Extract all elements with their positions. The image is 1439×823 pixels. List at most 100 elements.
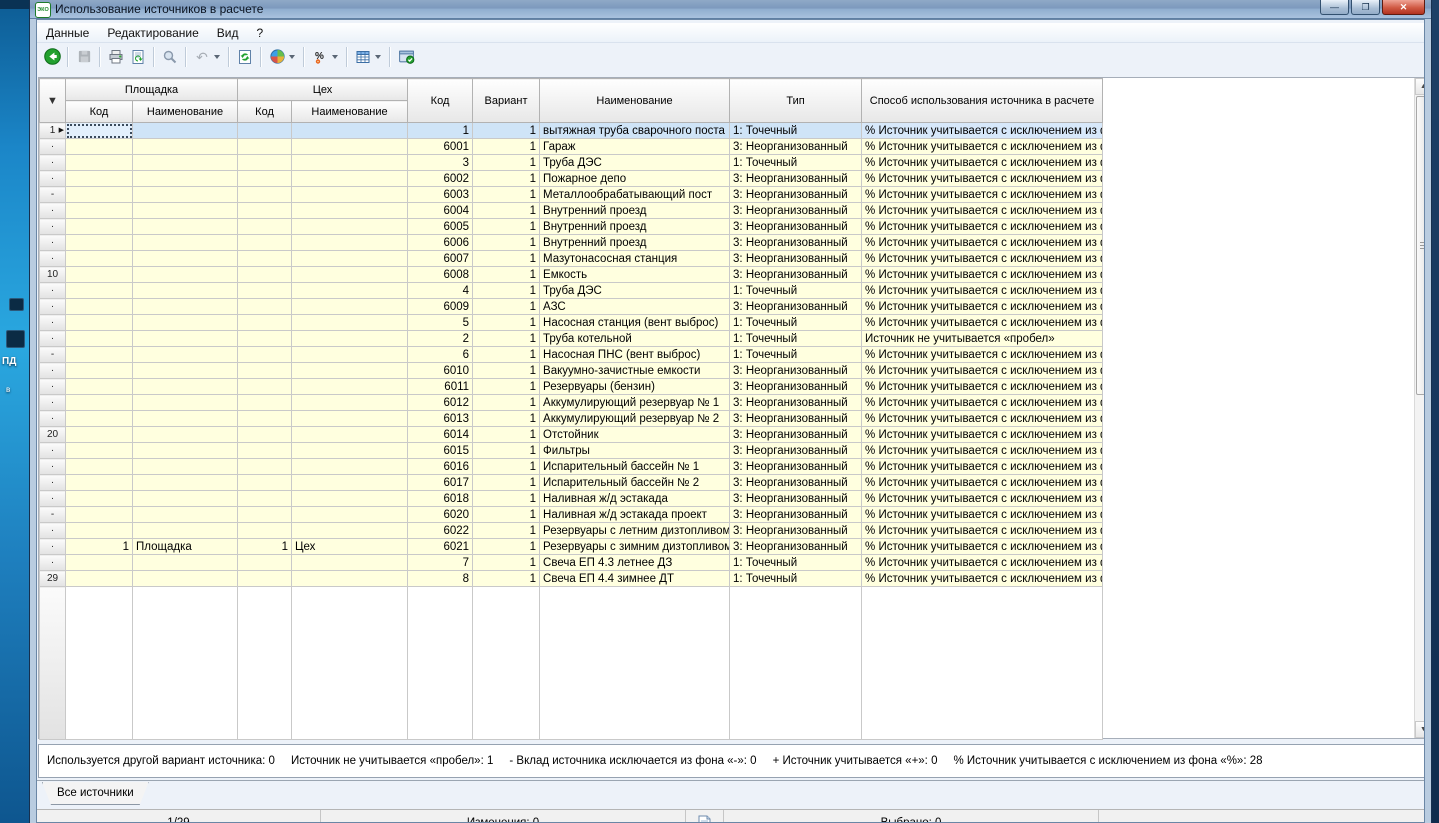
cell-ploshchadka-kod[interactable] xyxy=(66,251,133,267)
maximize-button[interactable]: ❐ xyxy=(1351,0,1380,15)
cell-variant[interactable]: 1 xyxy=(473,155,540,171)
cell-ploshchadka-kod[interactable] xyxy=(66,219,133,235)
cell-tseh-kod[interactable] xyxy=(238,155,292,171)
cell-tip[interactable]: 3: Неорганизованный xyxy=(730,235,862,251)
cell-tip[interactable]: 3: Неорганизованный xyxy=(730,267,862,283)
table-row[interactable]: ·60101Вакуумно-зачистные емкости3: Неорг… xyxy=(40,363,1103,379)
cell-ploshchadka-name[interactable] xyxy=(133,555,238,571)
cell-tip[interactable]: 3: Неорганизованный xyxy=(730,187,862,203)
cell-name[interactable]: Внутренний проезд xyxy=(540,235,730,251)
cell-ploshchadka-name[interactable] xyxy=(133,379,238,395)
cell-tseh-name[interactable] xyxy=(292,283,408,299)
cell-ploshchadka-kod[interactable] xyxy=(66,203,133,219)
cell-ploshchadka-name[interactable] xyxy=(133,347,238,363)
cell-kod[interactable]: 8 xyxy=(408,571,473,587)
cell-name[interactable]: Насосная ПНС (вент выброс) xyxy=(540,347,730,363)
table-row[interactable]: ·1Площадка1Цех60211Резервуары с зимним д… xyxy=(40,539,1103,555)
cell-tseh-kod[interactable] xyxy=(238,459,292,475)
cell-name[interactable]: Металлообрабатывающий пост xyxy=(540,187,730,203)
cell-sposob[interactable]: % Источник учитывается с исключением из … xyxy=(862,491,1103,507)
cell-ploshchadka-kod[interactable] xyxy=(66,331,133,347)
cell-tseh-kod[interactable] xyxy=(238,187,292,203)
cell-ploshchadka-kod[interactable] xyxy=(66,379,133,395)
cell-name[interactable]: Испарительный бассейн № 1 xyxy=(540,459,730,475)
cell-sposob[interactable]: % Источник учитывается с исключением из … xyxy=(862,267,1103,283)
cell-tseh-kod[interactable] xyxy=(238,411,292,427)
table-row[interactable]: ·41Труба ДЭС1: Точечный% Источник учитыв… xyxy=(40,283,1103,299)
cell-tseh-kod[interactable] xyxy=(238,267,292,283)
cell-kod[interactable]: 6002 xyxy=(408,171,473,187)
save-button[interactable] xyxy=(73,46,95,68)
cell-name[interactable]: Резервуары (бензин) xyxy=(540,379,730,395)
cell-ploshchadka-kod[interactable] xyxy=(66,363,133,379)
cell-variant[interactable]: 1 xyxy=(473,411,540,427)
header-tseh-kod[interactable]: Код xyxy=(238,101,292,123)
table-row[interactable]: ·71Свеча ЕП 4.3 летнее ДЗ1: Точечный% Ис… xyxy=(40,555,1103,571)
cell-sposob[interactable]: % Источник учитывается с исключением из … xyxy=(862,523,1103,539)
cell-sposob[interactable]: % Источник учитывается с исключением из … xyxy=(862,187,1103,203)
row-indicator[interactable]: · xyxy=(40,379,66,395)
cell-name[interactable]: вытяжная труба сварочного поста xyxy=(540,123,730,139)
header-col-variant[interactable]: Вариант xyxy=(473,79,540,123)
table-row[interactable]: ·31Труба ДЭС1: Точечный% Источник учитыв… xyxy=(40,155,1103,171)
cell-tip[interactable]: 1: Точечный xyxy=(730,123,862,139)
table-dropdown-caret[interactable] xyxy=(375,55,381,59)
table-row[interactable]: ·60061Внутренний проезд3: Неорганизованн… xyxy=(40,235,1103,251)
cell-ploshchadka-name[interactable] xyxy=(133,315,238,331)
cell-variant[interactable]: 1 xyxy=(473,267,540,283)
cell-ploshchadka-kod[interactable] xyxy=(66,491,133,507)
row-indicator[interactable]: - xyxy=(40,347,66,363)
cell-ploshchadka-name[interactable] xyxy=(133,267,238,283)
cell-tseh-name[interactable] xyxy=(292,507,408,523)
row-indicator[interactable]: · xyxy=(40,491,66,507)
row-indicator[interactable]: · xyxy=(40,555,66,571)
cell-tseh-name[interactable] xyxy=(292,571,408,587)
cell-ploshchadka-kod[interactable] xyxy=(66,523,133,539)
cell-kod[interactable]: 6022 xyxy=(408,523,473,539)
cell-ploshchadka-name[interactable] xyxy=(133,187,238,203)
cell-variant[interactable]: 1 xyxy=(473,539,540,555)
cell-name[interactable]: Свеча ЕП 4.4 зимнее ДТ xyxy=(540,571,730,587)
cell-variant[interactable]: 1 xyxy=(473,299,540,315)
cell-name[interactable]: Труба ДЭС xyxy=(540,283,730,299)
row-indicator[interactable]: - xyxy=(40,187,66,203)
cell-tseh-name[interactable] xyxy=(292,299,408,315)
cell-kod[interactable]: 5 xyxy=(408,315,473,331)
cell-kod[interactable]: 6017 xyxy=(408,475,473,491)
cell-tip[interactable]: 3: Неорганизованный xyxy=(730,251,862,267)
table-row[interactable]: ·60011Гараж3: Неорганизованный% Источник… xyxy=(40,139,1103,155)
cell-kod[interactable]: 6008 xyxy=(408,267,473,283)
cell-sposob[interactable]: % Источник учитывается с исключением из … xyxy=(862,155,1103,171)
cell-variant[interactable]: 1 xyxy=(473,347,540,363)
cell-tseh-kod[interactable] xyxy=(238,555,292,571)
cell-sposob[interactable]: % Источник учитывается с исключением из … xyxy=(862,539,1103,555)
scrollbar-thumb[interactable] xyxy=(1416,96,1425,395)
header-group-tseh[interactable]: Цех xyxy=(238,79,408,101)
cell-variant[interactable]: 1 xyxy=(473,203,540,219)
table-view-button[interactable] xyxy=(352,46,374,68)
cell-tip[interactable]: 3: Неорганизованный xyxy=(730,491,862,507)
scroll-up-button[interactable]: ▲ xyxy=(1415,78,1425,95)
cell-ploshchadka-name[interactable] xyxy=(133,571,238,587)
cell-ploshchadka-kod[interactable] xyxy=(66,555,133,571)
table-row[interactable]: ·60041Внутренний проезд3: Неорганизованн… xyxy=(40,203,1103,219)
row-indicator[interactable]: · xyxy=(40,363,66,379)
cell-tseh-name[interactable] xyxy=(292,187,408,203)
cell-name[interactable]: Гараж xyxy=(540,139,730,155)
row-indicator[interactable]: · xyxy=(40,331,66,347)
row-indicator[interactable]: · xyxy=(40,171,66,187)
cell-variant[interactable]: 1 xyxy=(473,555,540,571)
cell-kod[interactable]: 4 xyxy=(408,283,473,299)
row-indicator[interactable]: 1▶ xyxy=(40,123,66,139)
header-tseh-name[interactable]: Наименование xyxy=(292,101,408,123)
cell-tip[interactable]: 1: Точечный xyxy=(730,555,862,571)
table-row[interactable]: ·51Насосная станция (вент выброс)1: Точе… xyxy=(40,315,1103,331)
cell-tseh-name[interactable] xyxy=(292,347,408,363)
menu-dannye[interactable]: Данные xyxy=(37,24,98,42)
cell-tseh-kod[interactable] xyxy=(238,171,292,187)
title-bar[interactable]: ЭКО Использование источников в расчете —… xyxy=(30,0,1431,19)
cell-tseh-name[interactable] xyxy=(292,139,408,155)
table-row[interactable]: ·60171Испарительный бассейн № 23: Неорга… xyxy=(40,475,1103,491)
cell-tseh-kod[interactable] xyxy=(238,283,292,299)
menu-redaktirovanie[interactable]: Редактирование xyxy=(98,24,207,42)
